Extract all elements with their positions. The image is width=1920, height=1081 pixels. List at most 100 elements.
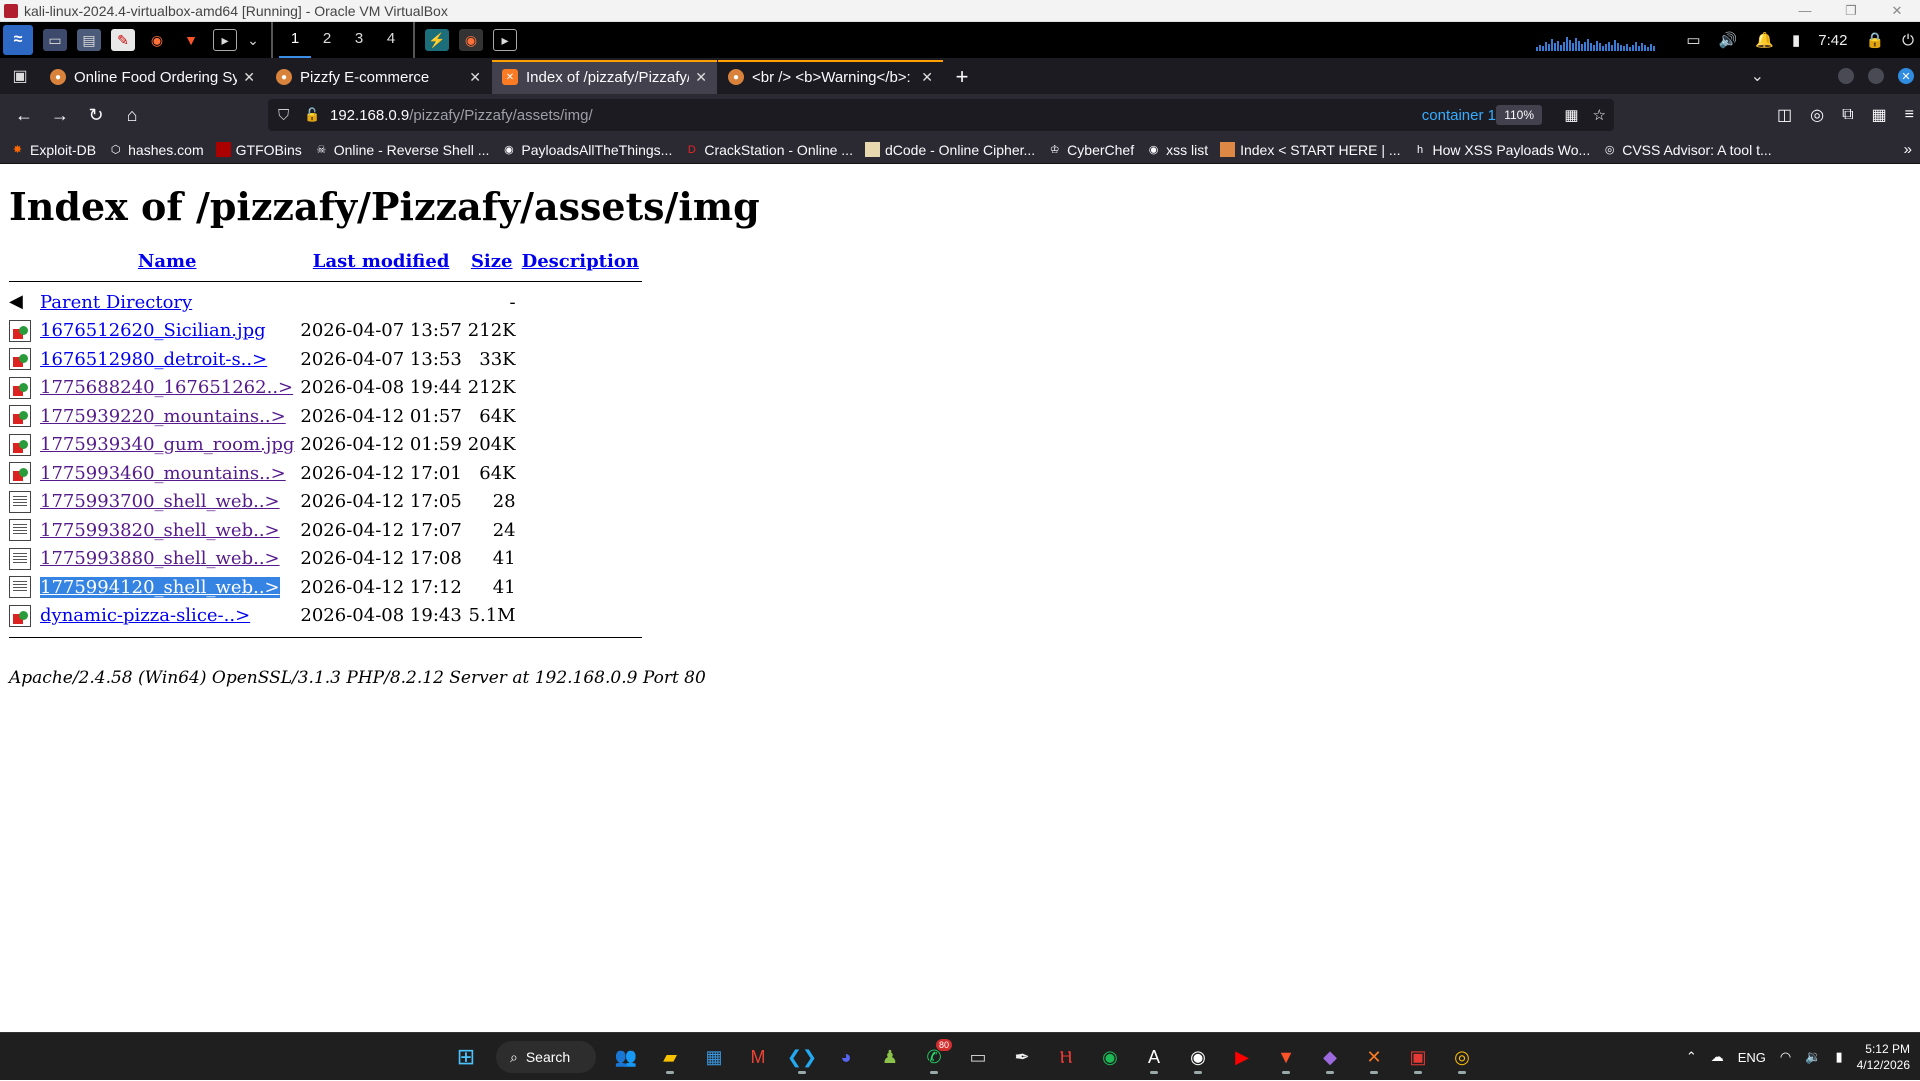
terminal-window-icon[interactable]: ▸ [493,29,517,51]
workspace-3[interactable]: 3 [343,22,375,58]
teams-icon[interactable]: 👥 [608,1039,644,1075]
sort-by-description-link[interactable]: Description [522,251,639,272]
gmail-icon[interactable]: M [740,1039,776,1075]
bookmark-hashes[interactable]: ⬡hashes.com [108,142,203,158]
sort-by-size-link[interactable]: Size [471,251,513,272]
firefox-window-icon[interactable]: ◉ [459,29,483,51]
virtualbox-taskbar-icon[interactable]: ▣ [1400,1039,1436,1075]
display-icon[interactable]: ▭ [1686,31,1700,49]
file-link[interactable]: 1775939340_gum_room.jpg [40,434,294,455]
file-link[interactable]: 1775993460_mountains..> [40,463,286,484]
xampp-taskbar-icon[interactable]: ✕ [1356,1039,1392,1075]
workspace-4[interactable]: 4 [375,22,407,58]
obsidian-icon[interactable]: ◆ [1312,1039,1348,1075]
close-tab-icon[interactable]: ✕ [243,69,255,86]
notification-icon[interactable]: 🔔 [1755,31,1774,49]
home-icon[interactable]: ⌂ [114,99,150,131]
close-tab-icon[interactable]: ✕ [921,69,933,86]
chess-icon[interactable]: ♟ [872,1039,908,1075]
file-link-selected[interactable]: 1775994120_shell_web..> [40,577,280,598]
forward-icon[interactable]: → [42,99,78,131]
file-link[interactable]: dynamic-pizza-slice-..> [40,605,250,626]
taskbar-clock[interactable]: 5:12 PM 4/12/2026 [1857,1041,1910,1073]
bookmark-xss-payloads[interactable]: hHow XSS Payloads Wo... [1413,142,1591,158]
brave-icon[interactable]: ▼ [179,29,203,51]
windows-start-icon[interactable]: ⊞ [448,1039,484,1075]
close-window-icon[interactable]: ✕ [1898,68,1914,84]
bookmarks-overflow-icon[interactable]: » [1904,141,1912,158]
list-all-tabs-icon[interactable]: ⌄ [1751,66,1764,86]
close-tab-icon[interactable]: ✕ [695,69,707,86]
chevron-down-icon[interactable]: ⌄ [247,29,259,51]
tab-index-of-img[interactable]: ✕ Index of /pizzafy/Pizzafy/a ✕ [492,60,717,94]
zoom-reset-button[interactable]: 110% [1496,105,1542,125]
bookmark-payloadsallthethings[interactable]: ◉PayloadsAllTheThings... [501,142,672,158]
maximize-dot-icon[interactable] [1868,68,1884,84]
terminal-icon[interactable]: ▸ [213,29,237,51]
taskbar-search[interactable]: ⌕Search [496,1041,596,1073]
minimize-dot-icon[interactable] [1838,68,1854,84]
onedrive-icon[interactable]: ☁ [1711,1049,1724,1065]
bookmark-reverse-shell[interactable]: ☠Online - Reverse Shell ... [314,142,490,158]
extensions-icon[interactable]: ⧉ [1842,106,1853,124]
insecure-lock-icon[interactable]: 🔓 [304,107,320,123]
store-icon[interactable]: ▦ [696,1039,732,1075]
file-link[interactable]: 1775993880_shell_web..> [40,548,280,569]
bookmark-dcode[interactable]: dCode - Online Cipher... [865,142,1035,158]
close-tab-icon[interactable]: ✕ [469,69,481,86]
battery-tray-icon[interactable]: ▮ [1835,1049,1842,1065]
sort-by-name-link[interactable]: Name [138,251,197,272]
wifi-icon[interactable]: ◠ [1780,1049,1791,1065]
parent-directory-link[interactable]: Parent Directory [40,292,192,313]
pen-app-icon[interactable]: ✒ [1004,1039,1040,1075]
file-link[interactable]: 1775993700_shell_web..> [40,491,280,512]
bookmark-cvss-advisor[interactable]: ◎CVSS Advisor: A tool t... [1602,142,1771,158]
pocket-icon[interactable]: ◫ [1777,105,1792,125]
power-icon[interactable]: ⏻ [1902,32,1914,49]
bookmark-cyberchef[interactable]: ♔CyberChef [1047,142,1134,158]
file-link[interactable]: 1676512620_Sicilian.jpg [40,320,266,341]
tab-warning[interactable]: ● <br /> <b>Warning</b>: U ✕ [718,60,943,94]
lock-icon[interactable]: 🔒 [1865,31,1884,49]
menu-icon[interactable]: ≡ [1905,106,1914,124]
bookmark-star-icon[interactable]: ☆ [1593,106,1606,124]
bookmark-gtfobins[interactable]: GTFOBins [216,142,302,158]
url-bar[interactable]: ⛉ 🔓 192.168.0.9/pizzafy/Pizzafy/assets/i… [268,99,1614,131]
firefox-icon[interactable]: ◉ [145,29,169,51]
text-editor-icon[interactable]: ✎ [111,29,135,51]
hx-app-icon[interactable]: Ⲏ [1048,1039,1084,1075]
firefox-view-icon[interactable]: ▣ [0,58,40,94]
reload-icon[interactable]: ↻ [78,99,114,131]
file-link[interactable]: 1676512980_detroit-s..> [40,349,267,370]
qr-icon[interactable]: ▦ [1564,106,1578,124]
github-desktop-icon[interactable]: ◉ [1180,1039,1216,1075]
minimize-icon[interactable]: — [1782,0,1828,22]
bookmark-exploit-db[interactable]: ✸Exploit-DB [10,142,96,158]
brave-taskbar-icon[interactable]: ▼ [1268,1039,1304,1075]
file-explorer-icon[interactable]: ▰ [652,1039,688,1075]
terminal-app-icon[interactable]: ▭ [960,1039,996,1075]
sort-by-modified-link[interactable]: Last modified [313,251,450,272]
speaker-icon[interactable]: 🔉 [1805,1049,1821,1065]
file-link[interactable]: 1775939220_mountains..> [40,406,286,427]
kali-menu-icon[interactable]: ≈ [3,25,33,55]
account-icon[interactable]: ◎ [1810,105,1824,125]
desktop-icon[interactable]: ▭ [43,29,67,51]
bookmark-crackstation[interactable]: DCrackStation - Online ... [684,142,853,158]
font-app-icon[interactable]: A [1136,1039,1172,1075]
chrome-icon[interactable]: ◎ [1444,1039,1480,1075]
youtube-icon[interactable]: ▶ [1224,1039,1260,1075]
tab-pizzfy-ecommerce[interactable]: ● Pizzfy E-commerce ✕ [266,60,491,94]
file-link[interactable]: 1775688240_167651262..> [40,377,293,398]
bookmark-start-here[interactable]: Index < START HERE | ... [1220,142,1400,158]
burp-icon[interactable]: ⚡ [425,29,449,51]
file-manager-icon[interactable]: ▤ [77,29,101,51]
battery-icon[interactable]: ▮ [1792,31,1800,49]
restore-icon[interactable]: ❐ [1828,0,1874,22]
new-tab-button[interactable]: + [944,60,980,94]
close-icon[interactable]: ✕ [1874,0,1920,22]
discord-icon[interactable]: ◕ [828,1039,864,1075]
file-link[interactable]: 1775993820_shell_web..> [40,520,280,541]
container-indicator[interactable]: container 1 [1422,107,1496,124]
tracking-shield-icon[interactable]: ⛉ [278,107,296,124]
